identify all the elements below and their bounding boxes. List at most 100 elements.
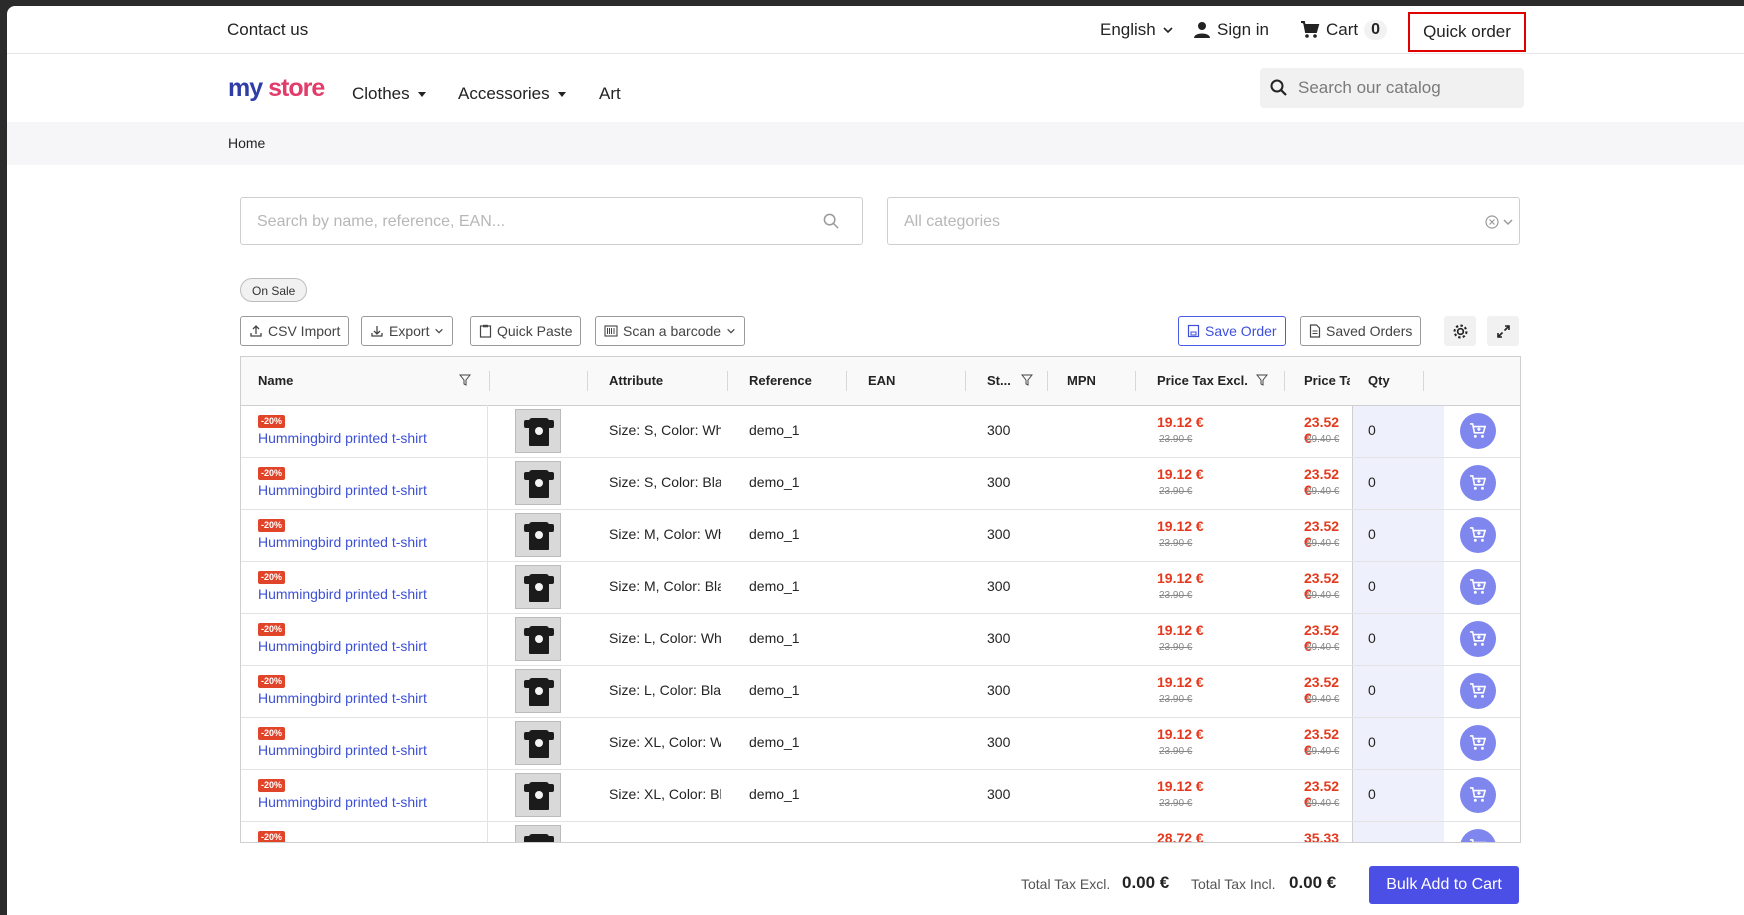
column-header-name[interactable]: Name — [258, 373, 293, 388]
column-header-attribute[interactable]: Attribute — [609, 373, 663, 388]
saved-orders-button[interactable]: Saved Orders — [1300, 316, 1422, 346]
add-to-cart-icon — [1470, 579, 1487, 594]
csv-import-button[interactable]: CSV Import — [240, 316, 350, 346]
add-to-cart-button[interactable] — [1460, 569, 1496, 605]
nav-art[interactable]: Art — [599, 84, 621, 104]
column-header-ean[interactable]: EAN — [868, 373, 895, 388]
discount-badge: -20% — [258, 675, 286, 688]
price-excl-sale: 19.12 € — [1157, 674, 1204, 690]
add-to-cart-button[interactable] — [1460, 465, 1496, 501]
product-thumbnail[interactable] — [515, 773, 561, 817]
qty-input[interactable]: 0 — [1368, 578, 1376, 594]
column-header-mpn[interactable]: MPN — [1067, 373, 1096, 388]
price-incl-sale: 35.33 € — [1304, 830, 1340, 843]
add-to-cart-icon — [1470, 475, 1487, 490]
add-to-cart-button[interactable] — [1460, 829, 1496, 842]
qty-input[interactable]: 0 — [1368, 734, 1376, 750]
qty-input[interactable]: 0 — [1368, 474, 1376, 490]
clear-icon[interactable] — [1485, 215, 1499, 229]
qty-input[interactable]: 0 — [1368, 786, 1376, 802]
attribute-cell: Size: S, Color: Blac — [609, 474, 721, 490]
qty-input[interactable]: 0 — [1368, 526, 1376, 542]
tshirt-image — [524, 730, 554, 758]
product-name-link[interactable]: Hummingbird printed t-shirt — [258, 638, 427, 654]
add-to-cart-button[interactable] — [1460, 725, 1496, 761]
qty-input[interactable]: 0 — [1368, 682, 1376, 698]
product-thumbnail[interactable] — [515, 825, 561, 842]
column-separator[interactable] — [727, 371, 728, 391]
price-incl-original: 29.40 € — [1306, 746, 1340, 757]
table-row: -20% Hummingbird printed t-shirt Size: XL,… — [241, 717, 1520, 770]
column-header-stock[interactable]: St... — [987, 373, 1011, 388]
breadcrumb-home[interactable]: Home — [228, 135, 265, 151]
product-name-link[interactable]: Hummingbird printed t-shirt — [258, 534, 427, 550]
column-separator[interactable] — [1284, 371, 1285, 391]
qty-input[interactable]: 0 — [1368, 422, 1376, 438]
on-sale-filter-pill[interactable]: On Sale — [240, 278, 308, 302]
column-separator[interactable] — [1423, 371, 1424, 391]
product-name-link[interactable]: Hummingbird printed t-shirt — [258, 482, 427, 498]
column-separator[interactable] — [1135, 371, 1136, 391]
column-separator[interactable] — [1047, 371, 1048, 391]
product-thumbnail[interactable] — [515, 617, 561, 661]
browser-viewport: Contact us English Sign in Cart 0 Quick … — [7, 6, 1744, 915]
csv-import-label: CSV Import — [268, 323, 341, 339]
bulk-add-to-cart-button[interactable]: Bulk Add to Cart — [1369, 866, 1519, 904]
save-order-button[interactable]: Save Order — [1178, 316, 1286, 346]
filter-icon[interactable] — [1021, 374, 1033, 386]
store-logo[interactable]: my store — [228, 74, 325, 103]
column-separator[interactable] — [587, 371, 588, 391]
fullscreen-button[interactable] — [1487, 316, 1519, 346]
product-name-link[interactable]: Hummingbird printed t-shirt — [258, 430, 427, 446]
language-selector[interactable]: English — [1100, 20, 1174, 40]
product-thumbnail[interactable] — [515, 409, 561, 453]
expand-icon — [1496, 324, 1510, 338]
nav-accessories[interactable]: Accessories — [458, 84, 566, 104]
sign-in-link[interactable]: Sign in — [1193, 20, 1269, 40]
product-name-link[interactable]: Hummingbird printed t-shirt — [258, 794, 427, 810]
settings-button[interactable] — [1444, 316, 1476, 346]
cart-label: Cart — [1326, 20, 1359, 39]
product-name-link[interactable]: Hummingbird printed t-shirt — [258, 586, 427, 602]
nav-art-label: Art — [599, 84, 621, 103]
add-to-cart-button[interactable] — [1460, 673, 1496, 709]
column-header-reference[interactable]: Reference — [749, 373, 812, 388]
column-header-price-incl[interactable]: Price Ta — [1304, 373, 1350, 388]
filter-icon[interactable] — [1256, 374, 1268, 386]
column-separator[interactable] — [489, 371, 490, 391]
product-thumbnail[interactable] — [515, 513, 561, 557]
column-separator[interactable] — [965, 371, 966, 391]
attribute-cell: Size: S, Color: Whit — [609, 422, 721, 438]
product-thumbnail[interactable] — [515, 565, 561, 609]
stock-cell: 300 — [987, 682, 1011, 698]
product-name-link[interactable]: Hummingbird printed t-shirt — [258, 742, 427, 758]
nav-clothes[interactable]: Clothes — [352, 84, 426, 104]
product-thumbnail[interactable] — [515, 461, 561, 505]
price-incl-original: 29.40 € — [1306, 486, 1340, 497]
add-to-cart-button[interactable] — [1460, 777, 1496, 813]
quick-paste-button[interactable]: Quick Paste — [470, 316, 582, 346]
column-header-qty[interactable]: Qty — [1368, 373, 1390, 388]
add-to-cart-button[interactable] — [1460, 517, 1496, 553]
product-thumbnail[interactable] — [515, 721, 561, 765]
quick-order-link[interactable]: Quick order — [1408, 12, 1526, 52]
qty-input[interactable]: 0 — [1368, 630, 1376, 646]
add-to-cart-button[interactable] — [1460, 621, 1496, 657]
stock-cell: 300 — [987, 578, 1011, 594]
catalog-search-input[interactable]: Search our catalog — [1260, 68, 1524, 108]
price-excl-original: 23.90 € — [1159, 590, 1193, 601]
filter-icon[interactable] — [459, 374, 471, 386]
contact-us-link[interactable]: Contact us — [227, 20, 308, 40]
price-incl-original: 29.40 € — [1306, 590, 1340, 601]
export-button[interactable]: Export — [361, 316, 454, 346]
product-search-input[interactable]: Search by name, reference, EAN... — [240, 197, 863, 245]
product-name-link[interactable]: Hummingbird printed t-shirt — [258, 690, 427, 706]
product-thumbnail[interactable] — [515, 669, 561, 713]
column-header-price-excl[interactable]: Price Tax Excl. — [1157, 373, 1248, 388]
cart-link[interactable]: Cart 0 — [1300, 20, 1388, 40]
category-select[interactable]: All categories — [887, 197, 1520, 245]
column-separator[interactable] — [846, 371, 847, 391]
tshirt-image — [524, 418, 554, 446]
add-to-cart-button[interactable] — [1460, 413, 1496, 449]
scan-barcode-button[interactable]: Scan a barcode — [595, 316, 746, 346]
